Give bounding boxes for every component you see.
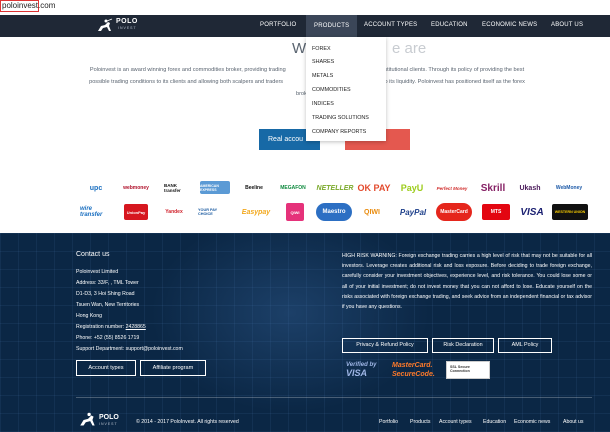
menu-item-commodities[interactable]: COMMODITIES (312, 87, 351, 93)
top-navbar: POLO INVEST PORTFOLIO PRODUCTS ACCOUNT T… (0, 15, 610, 37)
payment-logo-paypal: PayPal (399, 207, 427, 217)
intro-title-tail: e are (392, 40, 427, 57)
payment-logo-unionpay: UnionPay (124, 204, 148, 220)
registration-number-link[interactable]: 2428865 (126, 324, 146, 330)
aml-policy-button[interactable]: AML Policy (498, 338, 552, 353)
risk-warning-text: HIGH RISK WARNING: Foreign exchange trad… (342, 253, 592, 311)
site-logo[interactable]: POLO INVEST (96, 18, 156, 34)
account-types-button[interactable]: Account types (76, 360, 136, 376)
contact-phone: Phone: +52 (55) 8526 1719 (76, 335, 140, 341)
menu-item-indices[interactable]: INDICES (312, 101, 334, 107)
menu-item-company-reports[interactable]: COMPANY REPORTS (312, 129, 366, 135)
contact-address-1: Address: 33/F, , TML Tower (76, 280, 139, 286)
intro-title: W (292, 40, 307, 57)
payment-logo-webmoney: webmoney (123, 185, 149, 191)
footer-logo-subtext: INVEST (99, 422, 118, 426)
footer-divider (76, 397, 592, 398)
payment-logo-neteller: NETELLER (316, 184, 354, 192)
payment-logo-upc: upc (89, 184, 103, 192)
payment-logo-skrill: Skrill (480, 182, 506, 194)
privacy-refund-policy-button[interactable]: Privacy & Refund Policy (342, 338, 428, 353)
footer-horse-rider-icon (80, 412, 95, 426)
payment-logo-western-union: WESTERN UNION (552, 204, 588, 220)
nav-account-types[interactable]: ACCOUNT TYPES (364, 22, 417, 28)
contact-title: Contact us (76, 251, 110, 258)
payment-logo-your-pay-choice: YOUR PAY CHOICE (198, 208, 218, 216)
footer-link-portfolio[interactable]: Portfolio (379, 419, 398, 425)
payment-logo-mastercard: MasterCard (436, 203, 472, 221)
payment-logo-bank-transfer: BANK transfer (164, 183, 181, 193)
address-bar[interactable]: poloinvest.com (0, 0, 610, 12)
site-footer: Contact us Poloinvest Limited Address: 3… (0, 233, 610, 432)
footer-link-economic-news[interactable]: Economic news (514, 419, 550, 425)
products-dropdown: FOREX SHARES METALS COMMODITIES INDICES … (306, 37, 386, 141)
nav-economic-news[interactable]: ECONOMIC NEWS (482, 22, 537, 28)
payment-logo-payu: PayU (400, 183, 424, 193)
payment-logo-webmoney-blue: WebMoney (555, 185, 583, 191)
address-url: poloinvest.com (2, 1, 56, 10)
payment-logo-beeline: Beeline (245, 185, 263, 191)
payment-logo-maestro: Maestro (316, 203, 352, 221)
footer-link-account-types[interactable]: Account types (439, 419, 472, 425)
payment-logo-wire-transfer: wire transfer (80, 206, 103, 218)
nav-about-us[interactable]: ABOUT US (551, 22, 583, 28)
payment-logo-visa: VISA (520, 206, 544, 218)
payment-logo-qiwi-pink: QIWI (286, 203, 304, 221)
footer-link-products[interactable]: Products (410, 419, 430, 425)
payment-logo-mts: MTS (482, 204, 510, 220)
verified-by-visa-badge: Verified by VISA (346, 362, 377, 378)
contact-address-3: Tsuen Wan, New Territories (76, 302, 140, 308)
logo-text: POLO (116, 18, 138, 25)
menu-item-metals[interactable]: METALS (312, 73, 333, 79)
ssl-secure-badge: SSL Secure Connection (446, 361, 490, 379)
payment-logo-perfect-money: Perfect Money (436, 185, 468, 191)
payment-logo-ukash: Ukash (519, 184, 541, 192)
nav-products[interactable]: PRODUCTS (306, 15, 358, 37)
payment-logo-okpay: OK PAY (357, 183, 391, 193)
menu-item-forex[interactable]: FOREX (312, 46, 331, 52)
payment-logo-easypay: Easypay (241, 208, 271, 216)
nav-education[interactable]: EDUCATION (431, 22, 468, 28)
contact-support: Support Department: support@poloinvest.c… (76, 346, 183, 352)
mastercard-securecode-badge: MasterCard. SecureCode. (392, 362, 435, 378)
payment-logo-yandex: Yandex (165, 209, 183, 215)
horse-rider-icon (98, 18, 113, 31)
copyright-text: © 2014 - 2017 PoloInvest. All rights res… (136, 419, 239, 425)
contact-address-4: Hong Kong (76, 313, 102, 319)
affiliate-program-button[interactable]: Affiliate program (140, 360, 206, 376)
menu-item-trading-solutions[interactable]: TRADING SOLUTIONS (312, 115, 369, 121)
footer-link-education[interactable]: Education (483, 419, 506, 425)
contact-company: Poloinvest Limited (76, 269, 119, 275)
logo-subtext: INVEST (118, 26, 137, 30)
payment-logo-megafon: MEGAFON (280, 185, 306, 191)
nav-portfolio[interactable]: PORTFOLIO (260, 22, 296, 28)
risk-declaration-button[interactable]: Risk Declaration (432, 338, 494, 353)
payment-logo-qiwi: QIWI (364, 208, 380, 216)
footer-link-about-us[interactable]: About us (563, 419, 583, 425)
contact-address-2: D1-D3, 3 Hoi Shing Road (76, 291, 135, 297)
contact-registration: Registration number: 2428865 (76, 324, 146, 330)
footer-logo-text: POLO (99, 414, 119, 421)
payment-logo-amex: AMERICAN EXPRESS (200, 181, 230, 194)
menu-item-shares[interactable]: SHARES (312, 59, 334, 65)
